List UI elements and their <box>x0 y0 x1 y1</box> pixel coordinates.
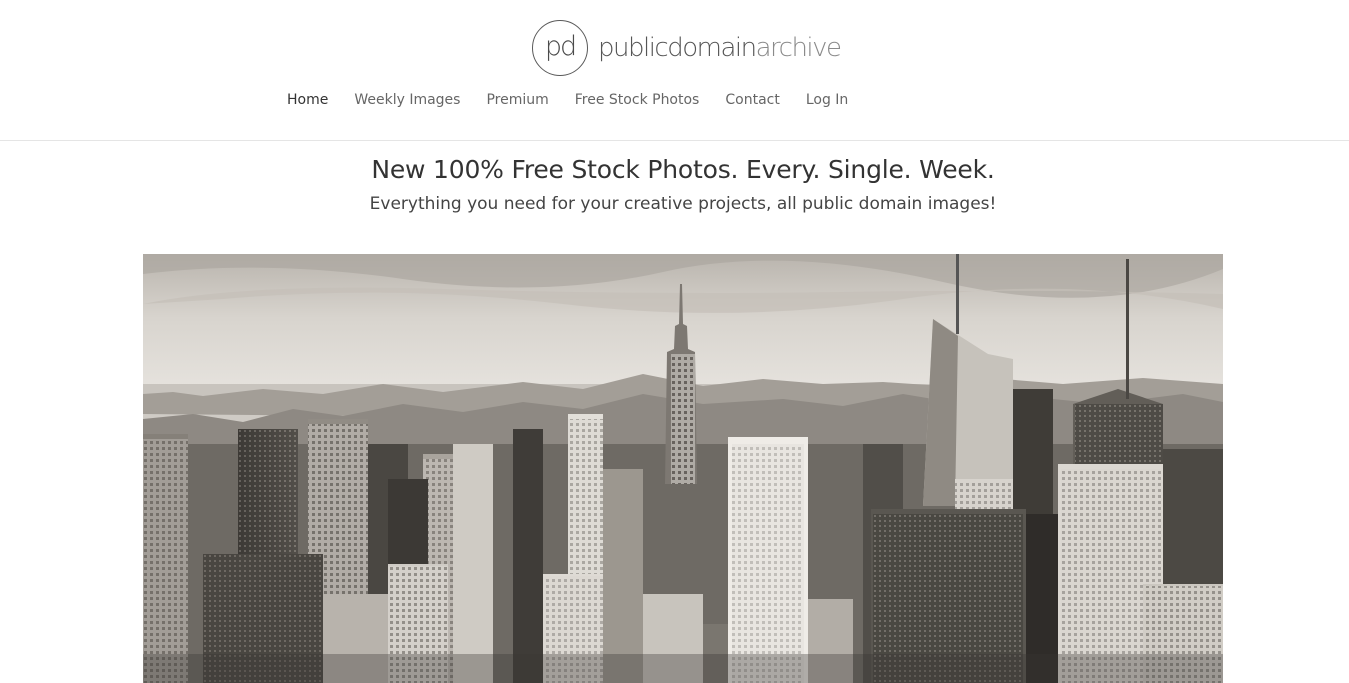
nav-item-free-stock-photos[interactable]: Free Stock Photos <box>562 92 713 108</box>
page-title: New 100% Free Stock Photos. Every. Singl… <box>371 155 995 184</box>
logo-mark: pd <box>532 20 588 76</box>
nav-item-premium[interactable]: Premium <box>473 92 561 108</box>
city-skyline-photo-icon <box>143 254 1223 683</box>
page-subtitle: Everything you need for your creative pr… <box>369 194 997 214</box>
logo-text-main: publicdomain <box>598 33 757 63</box>
nav-item-weekly-images[interactable]: Weekly Images <box>341 92 473 108</box>
featured-city-photo[interactable] <box>143 254 1223 683</box>
nav-item-contact[interactable]: Contact <box>712 92 792 108</box>
logo-wordmark: publicdomainarchive <box>598 33 842 63</box>
nav-item-log-in[interactable]: Log In <box>793 92 861 108</box>
nav-item-home[interactable]: Home <box>274 92 341 108</box>
main-nav: Home Weekly Images Premium Free Stock Ph… <box>274 89 861 111</box>
site-logo[interactable]: pd publicdomainarchive <box>532 18 842 78</box>
site-header: pd publicdomainarchive Home Weekly Image… <box>0 0 1349 141</box>
logo-text-light: archive <box>755 33 842 63</box>
